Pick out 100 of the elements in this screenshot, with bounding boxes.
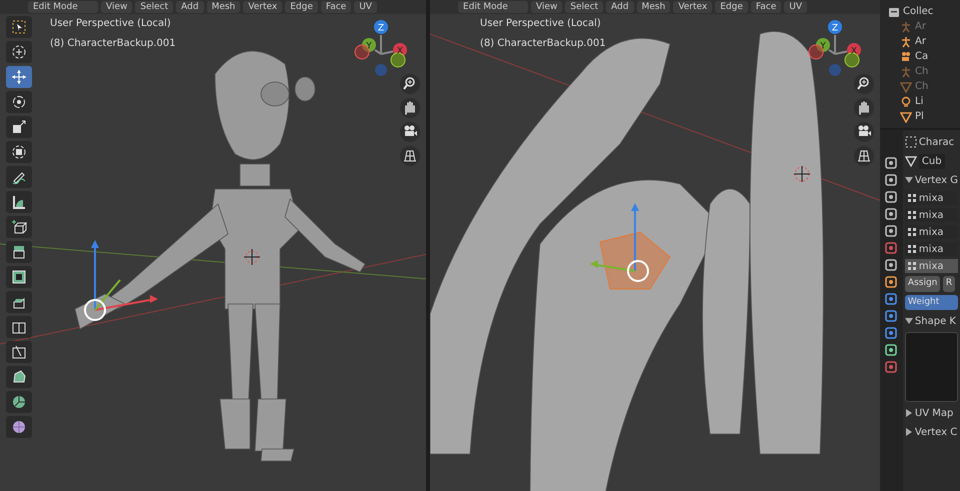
viewport-info-text: (8) CharacterBackup.001 bbox=[480, 37, 606, 51]
zoom-button[interactable] bbox=[854, 74, 874, 94]
tool-button[interactable] bbox=[6, 191, 32, 213]
knife-icon bbox=[11, 344, 27, 360]
tool-button[interactable] bbox=[6, 391, 32, 413]
mode-dropdown[interactable]: Edit Mode bbox=[458, 1, 528, 13]
mode-dropdown[interactable]: Edit Mode bbox=[28, 1, 98, 13]
menu-item[interactable]: Face bbox=[320, 1, 352, 13]
camera-button[interactable] bbox=[854, 122, 874, 142]
outliner-item[interactable]: Ar bbox=[915, 34, 926, 49]
poly-build-icon bbox=[11, 369, 27, 385]
menu-item[interactable]: Edge bbox=[285, 1, 318, 13]
transform-icon bbox=[11, 144, 27, 160]
select-box-icon bbox=[11, 19, 27, 35]
grid-icon bbox=[402, 148, 418, 164]
menu-item[interactable]: Mesh bbox=[206, 1, 240, 13]
vertex-group-icon bbox=[906, 261, 917, 271]
hand-button[interactable] bbox=[400, 98, 420, 118]
object-icon bbox=[904, 136, 917, 148]
z-axis-label: Z bbox=[832, 24, 838, 34]
menu-item[interactable]: Edge bbox=[715, 1, 748, 13]
tool-button[interactable] bbox=[6, 291, 32, 313]
y-axis-label: Y bbox=[820, 42, 826, 52]
weight-field[interactable]: Weight bbox=[904, 294, 958, 310]
expanded-arrow-icon[interactable] bbox=[904, 317, 913, 325]
menu-item[interactable]: Select bbox=[135, 1, 174, 13]
3d-cursor-icon bbox=[794, 166, 811, 182]
vertex-group-icon bbox=[906, 244, 917, 254]
rotate-icon bbox=[11, 94, 27, 110]
zoom-button[interactable] bbox=[400, 74, 420, 94]
tool-button[interactable] bbox=[6, 216, 32, 238]
vertex-group-item[interactable]: mixa bbox=[904, 259, 958, 273]
outliner-item[interactable]: Pl bbox=[915, 109, 924, 124]
armature-icon bbox=[900, 66, 912, 78]
tool-button[interactable] bbox=[6, 91, 32, 113]
mesh-data-icon bbox=[904, 155, 917, 167]
armature-icon bbox=[900, 36, 912, 48]
armature-icon bbox=[900, 20, 912, 32]
menu-item[interactable]: Face bbox=[750, 1, 782, 13]
y-axis-label: Y bbox=[366, 42, 372, 52]
inset-icon bbox=[11, 269, 27, 285]
tool-button[interactable] bbox=[6, 116, 32, 138]
smooth-icon bbox=[11, 419, 27, 435]
mesh-name-field[interactable]: Cub bbox=[918, 154, 945, 168]
z-axis-label: Z bbox=[378, 24, 384, 34]
viewport-info-text: User Perspective (Local) bbox=[480, 17, 602, 31]
light-bulb-icon bbox=[900, 96, 912, 108]
assign-button[interactable]: Assign bbox=[904, 276, 940, 292]
menu-item[interactable]: Mesh bbox=[636, 1, 670, 13]
add-cube-icon bbox=[11, 219, 27, 235]
vertex-group-icon bbox=[906, 210, 917, 220]
tool-button[interactable] bbox=[6, 16, 32, 38]
tool-button[interactable] bbox=[6, 66, 32, 88]
panel-title[interactable]: Shape K bbox=[914, 314, 956, 328]
camera-icon bbox=[900, 50, 912, 62]
grid-icon bbox=[856, 148, 872, 164]
cursor-icon bbox=[11, 44, 27, 60]
tool-button[interactable] bbox=[6, 266, 32, 288]
move-icon bbox=[11, 69, 27, 85]
expanded-arrow-icon[interactable] bbox=[904, 176, 913, 184]
menu-item[interactable]: Vertex bbox=[673, 1, 712, 13]
mesh-triangle-icon bbox=[900, 110, 912, 122]
spin-icon bbox=[11, 394, 27, 410]
tool-button[interactable] bbox=[6, 241, 32, 263]
menu-item[interactable]: Select bbox=[565, 1, 604, 13]
panel-title[interactable]: UV Map bbox=[914, 406, 954, 420]
hand-button[interactable] bbox=[854, 98, 874, 118]
collapsed-arrow-icon[interactable] bbox=[904, 428, 913, 436]
collection-label[interactable]: Collec bbox=[903, 4, 934, 19]
grid-button[interactable] bbox=[400, 146, 420, 166]
assign-button[interactable]: R bbox=[942, 276, 956, 292]
panel-title[interactable]: Vertex G bbox=[914, 172, 958, 188]
camera-button[interactable] bbox=[400, 122, 420, 142]
menu-item[interactable]: UV bbox=[784, 1, 808, 13]
grid-button[interactable] bbox=[854, 146, 874, 166]
viewport-info-text: User Perspective (Local) bbox=[50, 17, 172, 31]
selected-face-drawing bbox=[599, 231, 671, 290]
tool-button[interactable] bbox=[6, 41, 32, 63]
extrude-icon bbox=[11, 244, 27, 260]
vertex-group-icon bbox=[906, 227, 917, 237]
outliner-item[interactable]: Ca bbox=[915, 49, 928, 64]
menu-item[interactable]: UV bbox=[354, 1, 377, 13]
vertex-group-icon bbox=[906, 193, 917, 203]
tool-button[interactable] bbox=[6, 316, 32, 338]
tool-button[interactable] bbox=[6, 166, 32, 188]
menu-item[interactable]: Vertex bbox=[243, 1, 282, 13]
collapsed-arrow-icon[interactable] bbox=[904, 409, 913, 417]
menu-item[interactable]: View bbox=[101, 1, 132, 13]
tool-button[interactable] bbox=[6, 141, 32, 163]
menu-item[interactable]: View bbox=[531, 1, 562, 13]
tool-button[interactable] bbox=[6, 341, 32, 363]
menu-item[interactable]: Add bbox=[606, 1, 634, 13]
tool-button[interactable] bbox=[6, 366, 32, 388]
outliner-item[interactable]: Li bbox=[915, 94, 924, 109]
menu-item[interactable]: Add bbox=[176, 1, 204, 13]
viewport-info-text: (8) CharacterBackup.001 bbox=[50, 37, 176, 51]
panel-title[interactable]: Vertex C bbox=[914, 424, 958, 440]
scale-icon bbox=[11, 119, 27, 135]
tool-button[interactable] bbox=[6, 416, 32, 438]
hand-icon bbox=[856, 100, 872, 116]
